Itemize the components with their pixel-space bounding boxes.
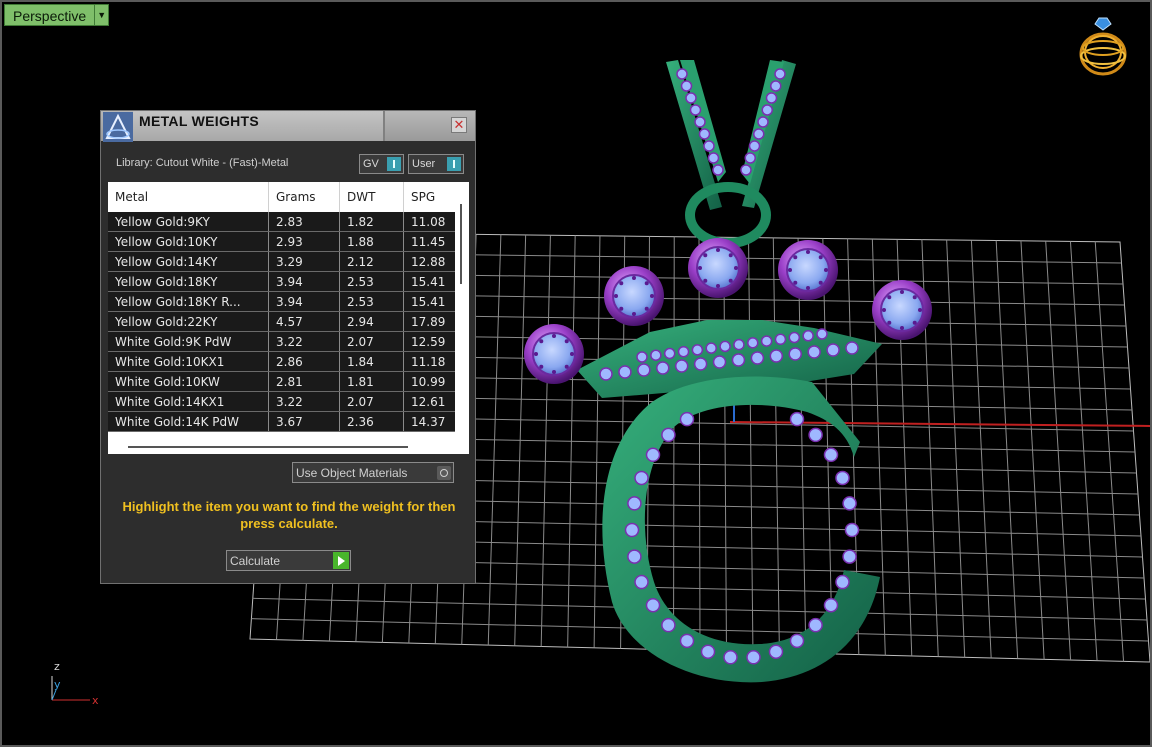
cell-metal: Yellow Gold:14KY <box>108 251 269 272</box>
metal-table-container[interactable]: Metal Grams DWT SPG Yellow Gold:9KY 2.83 1… <box>108 182 469 454</box>
cell-metal: Yellow Gold:9KY <box>108 212 269 232</box>
cell-dwt: 1.88 <box>339 231 404 252</box>
axis-gizmo: z y x <box>51 660 99 707</box>
cell-dwt: 1.81 <box>339 371 404 392</box>
vertical-scrollbar[interactable] <box>455 182 469 440</box>
chevron-down-icon[interactable]: ▼ <box>94 4 110 26</box>
axis-y-label: y <box>54 678 61 691</box>
cell-grams: 3.22 <box>268 391 340 412</box>
cell-grams: 2.93 <box>268 231 340 252</box>
cell-grams: 2.81 <box>268 371 340 392</box>
user-toggle-label: User <box>412 158 436 170</box>
cell-spg: 11.08 <box>403 212 462 232</box>
radio-icon <box>437 465 451 480</box>
cell-spg: 14.37 <box>403 411 462 432</box>
cell-metal: Yellow Gold:22KY <box>108 311 269 332</box>
calculate-label: Calculate <box>230 553 281 568</box>
cell-metal: Yellow Gold:18KY <box>108 271 269 292</box>
3d-viewport[interactable]: Perspective ▼ z y x METAL WEIGHTS ✕ Libr… <box>0 0 1152 747</box>
table-row[interactable]: White Gold:10KW 2.81 1.81 10.99 <box>108 371 462 392</box>
panel-header[interactable]: METAL WEIGHTS ✕ <box>101 111 475 142</box>
axis-x-label: x <box>92 694 99 707</box>
cell-metal: Yellow Gold:10KY <box>108 231 269 252</box>
table-row[interactable]: Yellow Gold:18KY 3.94 2.53 15.41 <box>108 271 462 292</box>
ring-icon[interactable] <box>1074 16 1132 78</box>
cell-metal: White Gold:14KX1 <box>108 391 269 412</box>
column-header-metal[interactable]: Metal <box>108 182 269 212</box>
cell-metal: White Gold:10KX1 <box>108 351 269 372</box>
user-toggle[interactable]: User <box>408 154 464 174</box>
cell-spg: 11.18 <box>403 351 462 372</box>
panel-title: METAL WEIGHTS <box>139 113 260 129</box>
horizontal-scrollbar[interactable] <box>108 440 469 454</box>
column-header-spg[interactable]: SPG <box>403 182 462 212</box>
cell-grams: 3.29 <box>268 251 340 272</box>
cell-spg: 12.88 <box>403 251 462 272</box>
use-object-materials-toggle[interactable]: Use Object Materials <box>292 462 454 483</box>
gv-toggle-label: GV <box>363 158 379 170</box>
cell-grams: 4.57 <box>268 311 340 332</box>
cell-dwt: 2.07 <box>339 391 404 412</box>
cell-spg: 15.41 <box>403 291 462 312</box>
cell-spg: 11.45 <box>403 231 462 252</box>
cell-dwt: 1.82 <box>339 212 404 232</box>
pendant-bail <box>666 60 796 248</box>
cell-dwt: 2.07 <box>339 331 404 352</box>
metal-table: Metal Grams DWT SPG Yellow Gold:9KY 2.83 1… <box>108 182 462 432</box>
cell-spg: 15.41 <box>403 271 462 292</box>
cell-dwt: 2.94 <box>339 311 404 332</box>
cell-dwt: 1.84 <box>339 351 404 372</box>
gv-toggle[interactable]: GV <box>359 154 404 174</box>
cell-dwt: 2.53 <box>339 271 404 292</box>
cell-grams: 3.67 <box>268 411 340 432</box>
cell-metal: Yellow Gold:18KY R... <box>108 291 269 312</box>
play-arrow-icon <box>333 552 349 569</box>
cell-grams: 2.86 <box>268 351 340 372</box>
table-row[interactable]: Yellow Gold:9KY 2.83 1.82 11.08 <box>108 212 462 232</box>
cell-grams: 2.83 <box>268 212 340 232</box>
instruction-text: Highlight the item you want to find the … <box>122 499 456 531</box>
table-row[interactable]: Yellow Gold:22KY 4.57 2.94 17.89 <box>108 311 462 332</box>
toggle-switch-icon <box>447 157 461 171</box>
table-row[interactable]: White Gold:14KX1 3.22 2.07 12.61 <box>108 391 462 412</box>
axis-z-label: z <box>54 660 60 673</box>
table-row[interactable]: White Gold:9K PdW 3.22 2.07 12.59 <box>108 331 462 352</box>
metal-weights-panel: METAL WEIGHTS ✕ Library: Cutout White - … <box>100 110 476 584</box>
view-mode-label: Perspective <box>4 4 95 26</box>
table-row[interactable]: Yellow Gold:18KY R... 3.94 2.53 15.41 <box>108 291 462 312</box>
cell-spg: 12.59 <box>403 331 462 352</box>
cell-dwt: 2.36 <box>339 411 404 432</box>
table-row[interactable]: White Gold:10KX1 2.86 1.84 11.18 <box>108 351 462 372</box>
view-mode-dropdown[interactable]: Perspective ▼ <box>4 4 110 26</box>
library-label: Library: Cutout White - (Fast)-Metal <box>116 157 289 169</box>
table-row[interactable]: Yellow Gold:14KY 3.29 2.12 12.88 <box>108 251 462 272</box>
cell-spg: 12.61 <box>403 391 462 412</box>
column-header-dwt[interactable]: DWT <box>339 182 404 212</box>
cell-dwt: 2.12 <box>339 251 404 272</box>
use-object-materials-label: Use Object Materials <box>296 465 408 480</box>
toggle-switch-icon <box>387 157 401 171</box>
table-row[interactable]: Yellow Gold:10KY 2.93 1.88 11.45 <box>108 231 462 252</box>
cell-grams: 3.94 <box>268 291 340 312</box>
cell-metal: White Gold:10KW <box>108 371 269 392</box>
calculate-button[interactable]: Calculate <box>226 550 351 571</box>
table-header-row: Metal Grams DWT SPG <box>108 182 462 212</box>
table-row[interactable]: White Gold:14K PdW 3.67 2.36 14.37 <box>108 411 462 432</box>
cell-spg: 10.99 <box>403 371 462 392</box>
cell-grams: 3.22 <box>268 331 340 352</box>
column-header-grams[interactable]: Grams <box>268 182 340 212</box>
cell-grams: 3.94 <box>268 271 340 292</box>
cell-metal: White Gold:9K PdW <box>108 331 269 352</box>
close-button[interactable]: ✕ <box>451 117 467 133</box>
matrix-logo-icon <box>103 112 133 142</box>
cell-dwt: 2.53 <box>339 291 404 312</box>
cell-metal: White Gold:14K PdW <box>108 411 269 432</box>
cell-spg: 17.89 <box>403 311 462 332</box>
